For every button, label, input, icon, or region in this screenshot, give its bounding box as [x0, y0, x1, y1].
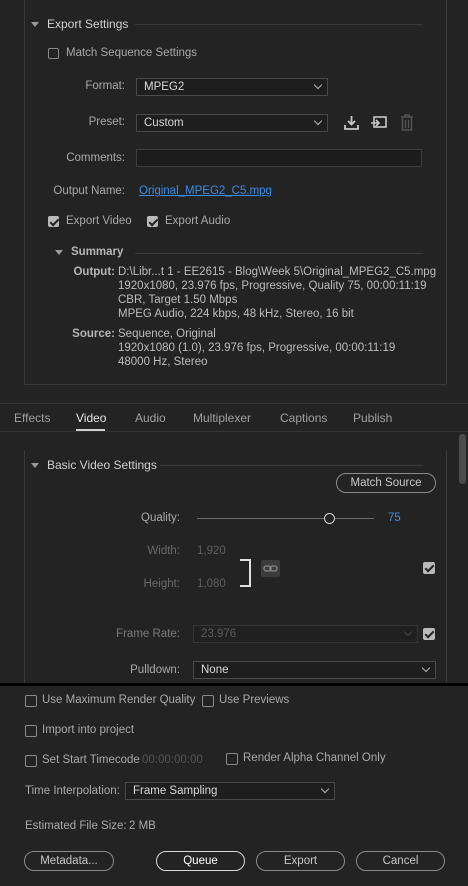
aspect-bracket	[240, 559, 251, 587]
format-value: MPEG2	[144, 81, 185, 93]
summary-source-line: 48000 Hz, Stereo	[118, 356, 208, 368]
cancel-button[interactable]: Cancel	[356, 851, 445, 871]
queue-button[interactable]: Queue	[156, 851, 245, 871]
render-alpha-checkbox[interactable]	[226, 753, 238, 765]
height-label: Height:	[143, 578, 180, 590]
match-sequence-label[interactable]: Match Sequence Settings	[66, 47, 197, 59]
link-dimensions-button[interactable]	[261, 560, 280, 577]
width-label: Width:	[147, 545, 180, 557]
summary-title: Summary	[71, 246, 124, 258]
format-select[interactable]: MPEG2	[136, 78, 328, 96]
metadata-button[interactable]: Metadata...	[24, 851, 114, 871]
output-name-link[interactable]: Original_MPEG2_C5.mpg	[139, 185, 272, 197]
summary-output-line: CBR, Target 1.50 Mbps	[118, 294, 238, 306]
summary-output-line: D:\Libr...t 1 - EE2615 - Blog\Week 5\Ori…	[118, 266, 437, 278]
quality-value[interactable]: 75	[388, 512, 401, 524]
tab-captions[interactable]: Captions	[280, 411, 327, 425]
file-size-label: Estimated File Size:	[25, 820, 127, 832]
output-name-label: Output Name:	[53, 185, 125, 197]
start-timecode-checkbox[interactable]	[25, 755, 37, 767]
render-alpha-label[interactable]: Render Alpha Channel Only	[243, 752, 386, 764]
import-preset-icon[interactable]	[370, 115, 388, 131]
export-audio-checkbox[interactable]	[147, 216, 158, 227]
export-settings-title: Export Settings	[47, 17, 129, 31]
match-sequence-checkbox[interactable]	[48, 48, 59, 59]
pulldown-label: Pulldown:	[130, 664, 180, 676]
use-previews-label[interactable]: Use Previews	[219, 694, 289, 706]
time-interpolation-label: Time Interpolation:	[25, 785, 120, 797]
export-settings-header[interactable]: Export Settings	[31, 17, 128, 31]
preset-label: Preset:	[88, 116, 125, 128]
width-value[interactable]: 1,920	[197, 545, 226, 557]
video-settings-title: Basic Video Settings	[47, 458, 157, 472]
delete-preset-icon[interactable]	[400, 114, 414, 131]
collapse-triangle-icon[interactable]	[31, 21, 39, 27]
tabs-top-divider	[0, 403, 468, 404]
comments-input[interactable]	[136, 149, 422, 167]
chevron-down-icon	[313, 116, 323, 126]
summary-output-label: Output:	[73, 266, 115, 278]
chevron-down-icon	[403, 627, 413, 637]
quality-label: Quality:	[141, 512, 180, 524]
frame-rate-override-checkbox[interactable]	[423, 628, 435, 640]
export-button[interactable]: Export	[256, 851, 345, 871]
start-timecode-label[interactable]: Set Start Timecode	[42, 754, 140, 766]
export-settings-divider	[135, 24, 423, 25]
quality-slider-track[interactable]	[197, 518, 374, 519]
frame-rate-value: 23.976	[201, 628, 237, 640]
match-source-button[interactable]: Match Source	[336, 473, 436, 493]
chain-link-icon	[263, 565, 278, 572]
tab-publish[interactable]: Publish	[353, 411, 392, 425]
quality-slider-thumb[interactable]	[323, 513, 335, 524]
import-project-label[interactable]: Import into project	[42, 724, 134, 736]
tab-effects[interactable]: Effects	[14, 411, 50, 425]
max-render-quality-label[interactable]: Use Maximum Render Quality	[42, 694, 195, 706]
import-project-checkbox[interactable]	[25, 725, 37, 737]
export-video-checkbox[interactable]	[48, 216, 59, 227]
time-interpolation-select[interactable]: Frame Sampling	[125, 782, 335, 800]
pulldown-select[interactable]: None	[193, 661, 436, 679]
preset-select[interactable]: Custom	[136, 114, 328, 132]
summary-output-line: MPEG Audio, 224 kbps, 48 kHz, Stereo, 16…	[118, 308, 354, 320]
tab-audio[interactable]: Audio	[135, 411, 166, 425]
bottom-section-separator	[0, 683, 468, 686]
comments-label: Comments:	[66, 152, 125, 164]
tabs-bottom-divider	[0, 431, 468, 432]
frame-rate-label: Frame Rate:	[116, 628, 180, 640]
export-video-label[interactable]: Export Video	[66, 215, 132, 227]
max-render-quality-checkbox[interactable]	[25, 695, 37, 707]
preset-value: Custom	[144, 117, 184, 129]
export-audio-label[interactable]: Export Audio	[165, 215, 230, 227]
collapse-triangle-icon[interactable]	[31, 462, 39, 468]
chevron-down-icon	[313, 80, 323, 90]
summary-header[interactable]: Summary	[55, 246, 123, 258]
save-preset-icon[interactable]	[343, 115, 360, 131]
summary-source-label: Source:	[72, 328, 115, 340]
frame-rate-select[interactable]: 23.976	[193, 625, 418, 643]
collapse-triangle-icon[interactable]	[55, 249, 63, 255]
pulldown-value: None	[201, 664, 229, 676]
summary-output-line: 1920x1080, 23.976 fps, Progressive, Qual…	[118, 280, 427, 292]
height-value[interactable]: 1,080	[197, 578, 226, 590]
time-interpolation-value: Frame Sampling	[133, 785, 218, 797]
chevron-down-icon	[421, 663, 431, 673]
chevron-down-icon	[320, 784, 330, 794]
file-size-value: 2 MB	[129, 820, 156, 832]
video-settings-header[interactable]: Basic Video Settings	[31, 458, 157, 472]
start-timecode-value[interactable]: 00:00:00:00	[142, 754, 203, 766]
video-settings-divider	[160, 465, 423, 466]
dimensions-override-checkbox[interactable]	[423, 562, 435, 574]
summary-divider	[135, 253, 423, 254]
summary-source-line: Sequence, Original	[118, 328, 216, 340]
format-label: Format:	[85, 80, 125, 92]
tab-multiplexer[interactable]: Multiplexer	[193, 411, 251, 425]
tab-video[interactable]: Video	[76, 411, 106, 425]
summary-source-line: 1920x1080 (1.0), 23.976 fps, Progressive…	[118, 342, 396, 354]
video-scrollbar-thumb[interactable]	[459, 434, 466, 484]
use-previews-checkbox[interactable]	[202, 695, 214, 707]
